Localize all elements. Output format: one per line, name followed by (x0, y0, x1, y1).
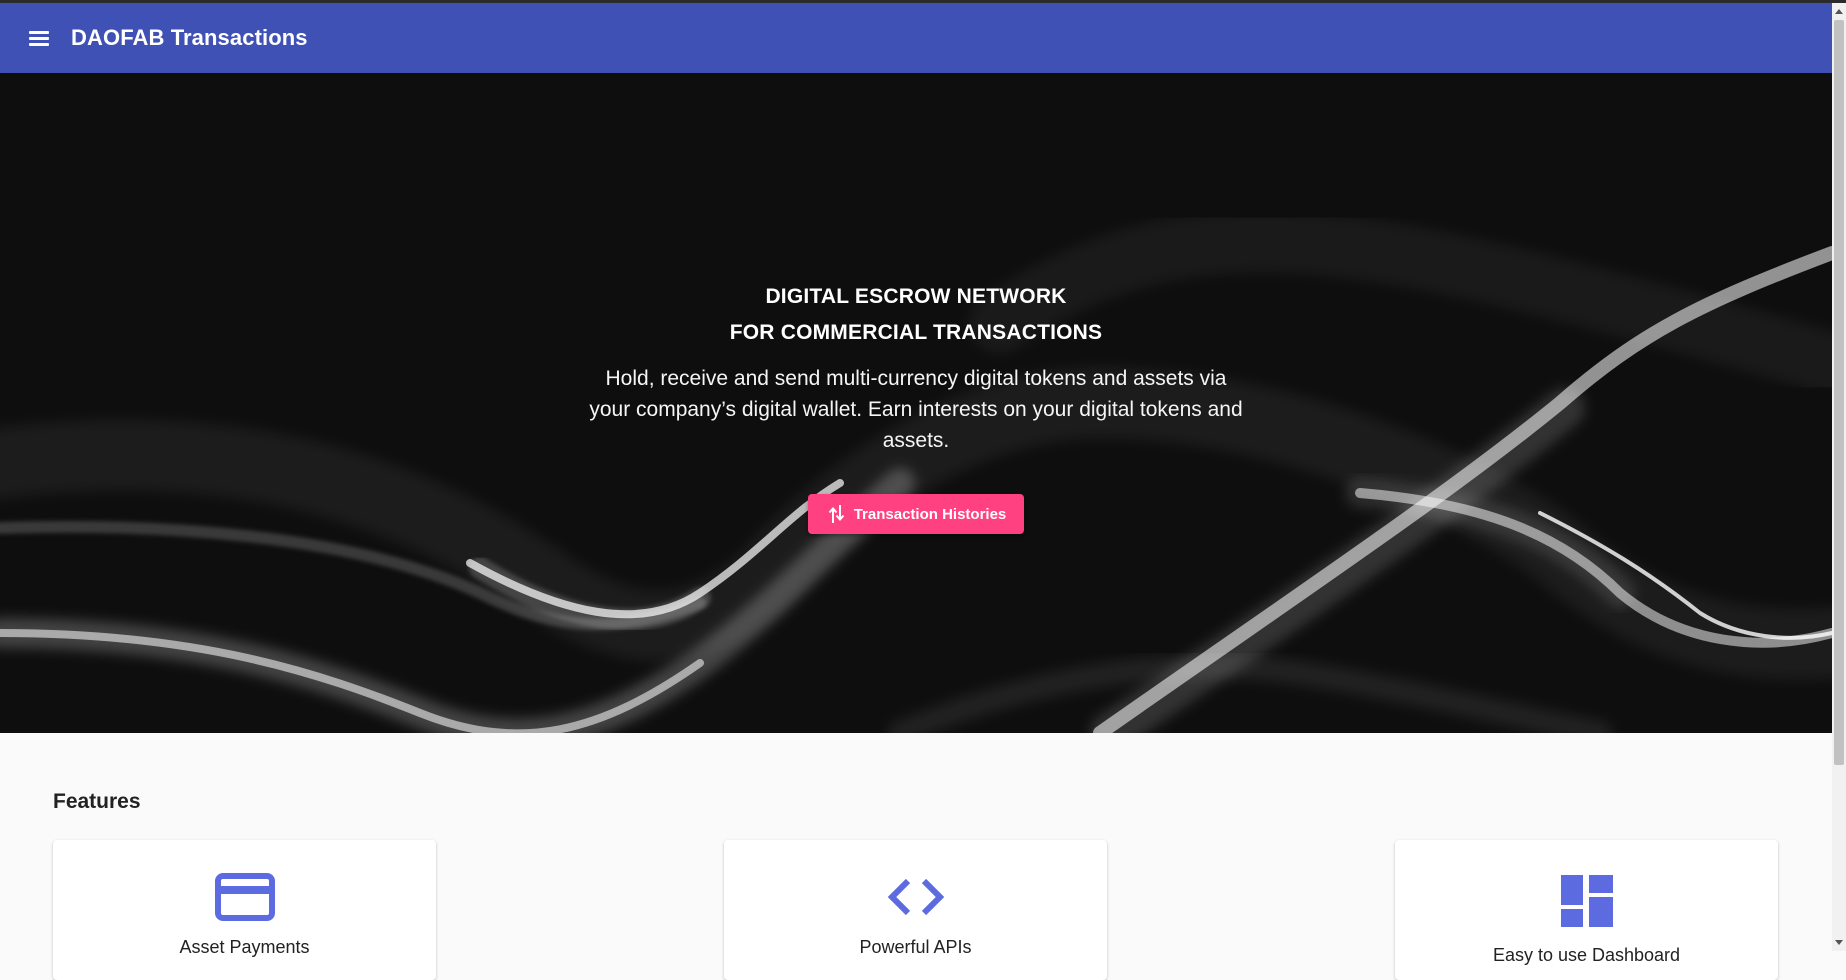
feature-label: Asset Payments (179, 937, 310, 957)
app-title: DAOFAB Transactions (71, 25, 308, 50)
feature-label: Powerful APIs (859, 937, 972, 957)
feature-card-powerful-apis[interactable]: Powerful APIs (724, 840, 1107, 980)
hero-banner: DIGITAL ESCROW NETWORK FOR COMMERCIAL TR… (0, 73, 1832, 733)
hero-subtitle: Hold, receive and send multi-currency di… (589, 367, 1243, 452)
vertical-scrollbar[interactable] (1832, 3, 1846, 951)
hero-headline-line2: FOR COMMERCIAL TRANSACTIONS (729, 321, 1103, 344)
scrollbar-thumb[interactable] (1834, 20, 1844, 765)
hero-headline-line1: DIGITAL ESCROW NETWORK (765, 285, 1067, 308)
code-icon (887, 878, 944, 916)
credit-card-icon (214, 873, 275, 921)
transaction-histories-label: Transaction Histories (853, 505, 1007, 523)
feature-card-dashboard[interactable]: Easy to use Dashboard (1395, 840, 1778, 980)
features-heading: Features (53, 790, 141, 813)
top-toolbar: DAOFAB Transactions (0, 3, 1832, 73)
scroll-down-arrow-icon[interactable] (1835, 940, 1843, 945)
scroll-up-arrow-icon[interactable] (1835, 9, 1843, 14)
dashboard-icon (1560, 875, 1613, 927)
feature-label: Easy to use Dashboard (1492, 945, 1681, 965)
swap-vert-icon (828, 505, 844, 523)
transaction-histories-button[interactable]: Transaction Histories (807, 494, 1025, 534)
feature-card-asset-payments[interactable]: Asset Payments (53, 840, 436, 980)
menu-icon[interactable] (27, 27, 53, 49)
hero-content: DIGITAL ESCROW NETWORK FOR COMMERCIAL TR… (0, 73, 1832, 534)
